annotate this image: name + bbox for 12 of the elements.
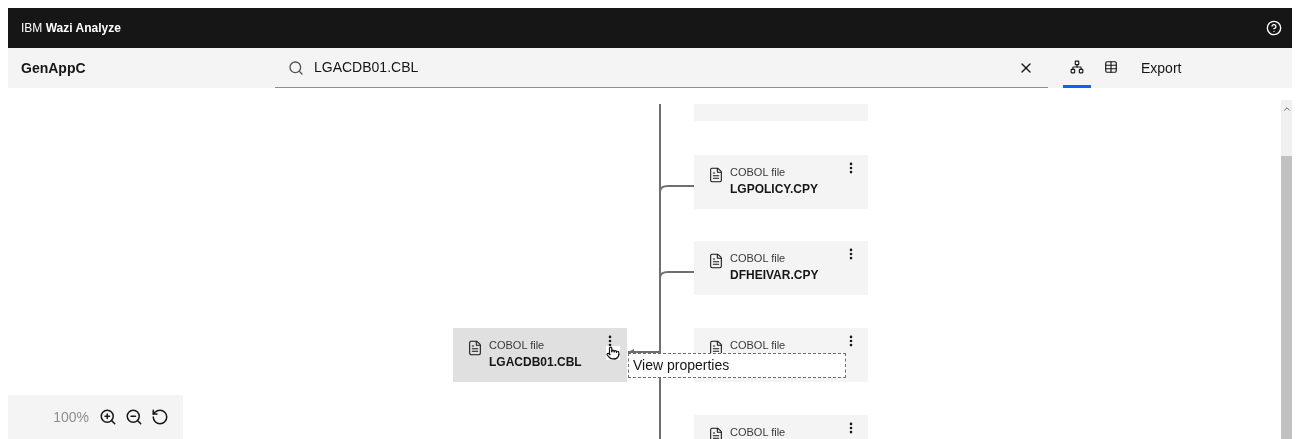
node-type: COBOL file [730,338,787,352]
node-type: COBOL file [730,251,787,265]
node-name: LGPOLICY.CPY [730,181,819,197]
zoom-level: 100% [53,407,89,427]
node-type: COBOL file [489,338,546,352]
node-type: COBOL file [730,425,787,439]
node-name: LGACDB01.CBL [489,354,583,370]
node-type: COBOL file [730,165,787,179]
app-title: IBM Wazi Analyze [21,20,121,37]
node-name: DFHEIVAR.CPY [730,267,820,283]
project-name: GenAppC [20,58,87,78]
tooltip: View properties [628,353,846,378]
